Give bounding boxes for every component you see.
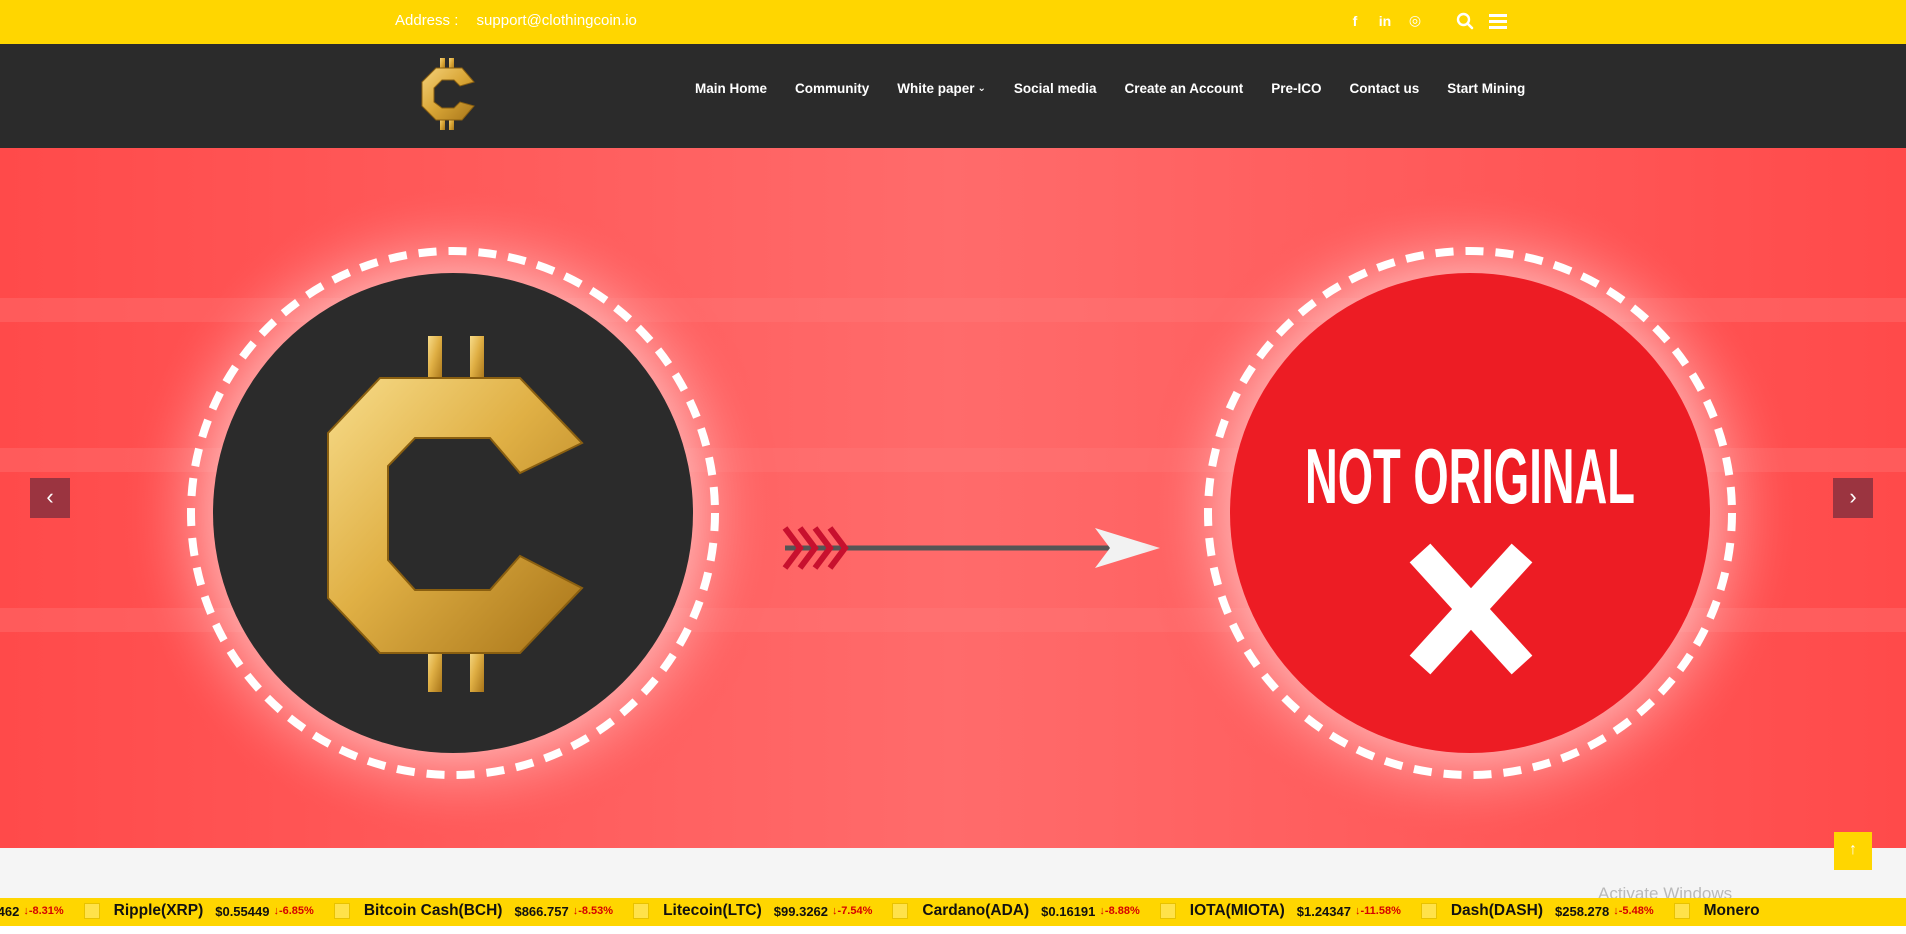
nav-label: Pre-ICO (1271, 81, 1322, 96)
not-original-text: NOT ORIGINAL (1305, 432, 1635, 520)
ticker-item: .462 ↓-8.31% (0, 904, 64, 919)
ticker-item: Cardano(ADA) $0.16191 ↓-8.88% (892, 902, 1140, 920)
ticker-coin-name: Litecoin(LTC) (663, 902, 762, 919)
ticker-price: $0.16191 (1041, 903, 1096, 919)
slider-prev-button[interactable]: ‹ (30, 478, 70, 518)
ticker-change: ↓-5.48% (1613, 905, 1654, 917)
ticker-coin-name: Bitcoin Cash(BCH) (363, 902, 503, 919)
search-icon[interactable] (1456, 12, 1474, 30)
coin-icon (633, 903, 650, 919)
hero-slider: NOT ORIGINAL ‹ › (0, 148, 1906, 848)
nav-label: Create an Account (1124, 81, 1244, 96)
nav-label: Main Home (695, 81, 768, 96)
header-tools (1456, 12, 1508, 30)
nav-label: Start Mining (1447, 81, 1526, 96)
support-email-link[interactable]: support@clothingcoin.io (477, 12, 637, 29)
ticker-coin-name: Dash(DASH) (1450, 902, 1544, 919)
scroll-to-top-button[interactable]: ↑ (1834, 832, 1872, 870)
menu-icon[interactable] (1488, 12, 1508, 30)
nav-community[interactable]: Community (795, 81, 869, 96)
chevron-down-icon: ⌄ (977, 83, 986, 94)
ticker-price: .462 (0, 903, 20, 919)
ticker-track: .462 ↓-8.31% Ripple(XRP) $0.55449 ↓-6.85… (0, 902, 1792, 920)
ticker-price: $1.24347 (1296, 903, 1351, 919)
top-bar: Address : support@clothingcoin.io f in ◎ (0, 0, 1906, 44)
nav-label: Community (795, 81, 870, 96)
hero-slide-image: NOT ORIGINAL (0, 148, 1906, 848)
ticker-change: ↓-7.54% (832, 905, 873, 917)
instagram-icon[interactable]: ◎ (1408, 12, 1422, 29)
ticker-price: $258.278 (1555, 903, 1610, 919)
coin-icon (83, 903, 100, 919)
ticker-coin-name: Ripple(XRP) (113, 902, 204, 919)
nav-social-media[interactable]: Social media (1014, 81, 1097, 96)
ticker-item: Ripple(XRP) $0.55449 ↓-6.85% (83, 902, 314, 920)
nav-create-account[interactable]: Create an Account (1124, 81, 1243, 96)
ticker-change: ↓-8.53% (572, 905, 614, 917)
facebook-icon[interactable]: f (1348, 13, 1362, 29)
ticker-change: ↓-8.31% (23, 905, 64, 917)
ticker-change: ↓-11.58% (1354, 905, 1401, 917)
coin-icon (1159, 903, 1176, 919)
crypto-price-ticker: .462 ↓-8.31% Ripple(XRP) $0.55449 ↓-6.85… (0, 898, 1906, 926)
coin-icon (1420, 903, 1437, 919)
coin-icon (1673, 903, 1690, 919)
nav-white-paper[interactable]: White paper ⌄ (897, 81, 986, 96)
contact-address: Address : support@clothingcoin.io (395, 12, 637, 29)
linkedin-icon[interactable]: in (1378, 13, 1392, 29)
ticker-item: Monero (1673, 902, 1772, 920)
nav-pre-ico[interactable]: Pre-ICO (1271, 81, 1321, 96)
ticker-coin-name: Monero (1703, 902, 1760, 919)
slider-next-button[interactable]: › (1833, 478, 1873, 518)
ticker-item: IOTA(MIOTA) $1.24347 ↓-11.58% (1159, 902, 1401, 920)
ticker-change: ↓-8.88% (1099, 905, 1140, 917)
ticker-coin-name: IOTA(MIOTA) (1189, 902, 1285, 919)
ticker-change: ↓-6.85% (273, 905, 314, 917)
nav-label: Contact us (1349, 81, 1420, 96)
ticker-price: $0.55449 (215, 903, 270, 919)
ticker-price: $99.3262 (773, 903, 829, 919)
nav-contact-us[interactable]: Contact us (1350, 81, 1420, 96)
address-label: Address : (395, 12, 459, 29)
clothingcoin-logo[interactable] (418, 56, 476, 132)
main-menu: Main Home Community White paper ⌄ Social … (695, 81, 1553, 96)
ticker-item: Litecoin(LTC) $99.3262 ↓-7.54% (633, 902, 872, 920)
social-links: f in ◎ (1348, 12, 1422, 29)
nav-main-home[interactable]: Main Home (695, 81, 767, 96)
coin-icon (892, 903, 909, 919)
coin-icon (333, 903, 350, 919)
nav-label: White paper (897, 81, 975, 96)
ticker-item: Dash(DASH) $258.278 ↓-5.48% (1420, 902, 1654, 920)
main-navbar: Main Home Community White paper ⌄ Social … (0, 44, 1906, 148)
nav-label: Social media (1013, 81, 1097, 96)
ticker-coin-name: Cardano(ADA) (922, 902, 1030, 919)
ticker-price: $866.757 (514, 903, 569, 919)
ticker-item: Bitcoin Cash(BCH) $866.757 ↓-8.53% (333, 902, 614, 920)
page: Address : support@clothingcoin.io f in ◎ (0, 0, 1906, 934)
nav-start-mining[interactable]: Start Mining (1447, 81, 1525, 96)
